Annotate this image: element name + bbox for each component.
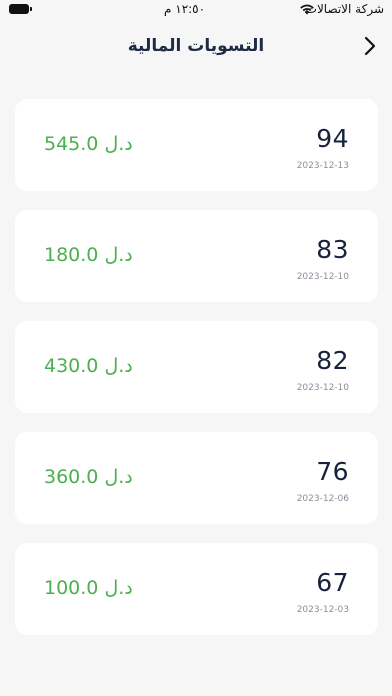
settlement-date: 2023-12-10: [296, 272, 349, 282]
settlement-card[interactable]: 94 2023-12-13 545.0 د.ل: [15, 99, 378, 191]
settlement-card[interactable]: 67 2023-12-03 100.0 د.ل: [15, 543, 378, 635]
settlement-amount: 100.0 د.ل: [44, 577, 133, 599]
settlement-number: 76: [316, 457, 349, 486]
battery-icon: [9, 4, 32, 14]
settlement-date: 2023-12-13: [296, 161, 349, 171]
settlement-number: 94: [316, 124, 349, 153]
carrier-name: شركة الاتصالات: [305, 2, 384, 16]
settlement-amount: 360.0 د.ل: [44, 466, 133, 488]
page-title: التسويات المالية: [127, 36, 265, 56]
status-time: ١٢:٥٠ م: [164, 2, 206, 16]
settlement-date: 2023-12-06: [296, 494, 349, 504]
settlement-number: 82: [316, 346, 349, 375]
settlement-amount: 545.0 د.ل: [44, 133, 133, 155]
settlement-date: 2023-12-03: [296, 605, 349, 615]
chevron-right-icon: [364, 36, 376, 56]
settlement-number: 67: [316, 568, 349, 597]
settlements-list: 94 2023-12-13 545.0 د.ل 83 2023-12-10 18…: [15, 99, 378, 654]
header: التسويات المالية: [0, 30, 392, 64]
back-button[interactable]: [358, 34, 382, 58]
settlement-date: 2023-12-10: [296, 383, 349, 393]
settlement-card[interactable]: 83 2023-12-10 180.0 د.ل: [15, 210, 378, 302]
settlement-card[interactable]: 82 2023-12-10 430.0 د.ل: [15, 321, 378, 413]
status-bar: ١٢:٥٠ م شركة الاتصالات: [0, 0, 392, 22]
settlements-screen: ١٢:٥٠ م شركة الاتصالات التسويات المالية …: [0, 0, 392, 696]
settlement-amount: 430.0 د.ل: [44, 355, 133, 377]
settlement-card[interactable]: 76 2023-12-06 360.0 د.ل: [15, 432, 378, 524]
settlement-amount: 180.0 د.ل: [44, 244, 133, 266]
settlement-number: 83: [316, 235, 349, 264]
